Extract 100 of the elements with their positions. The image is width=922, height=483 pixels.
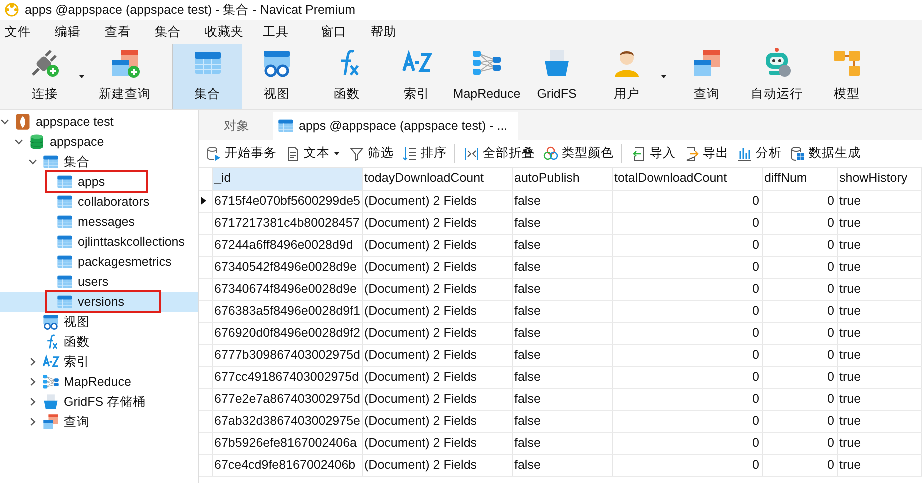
menu-item[interactable]: 文件	[0, 22, 50, 42]
column-header[interactable]: totalDownloadCount	[612, 168, 762, 190]
table-cell: (Document) 2 Fields	[362, 388, 512, 410]
table-cell: 0	[762, 256, 837, 278]
view-icon	[42, 313, 60, 331]
toolbar-button[interactable]: 排序	[399, 144, 455, 163]
table-cell: true	[837, 432, 921, 454]
menu-item[interactable]: 帮助	[366, 22, 416, 42]
table-cell: true	[837, 322, 921, 344]
toolbar-button[interactable]: MapReduce	[452, 44, 522, 109]
toolbar-button[interactable]: 用户	[592, 44, 662, 109]
tree-item[interactable]: ojlinttaskcollections	[0, 232, 198, 252]
tree-item[interactable]: appspace	[0, 132, 198, 152]
tree-item[interactable]: 视图	[0, 312, 198, 332]
toolbar-button[interactable]: 全部折叠	[461, 144, 538, 163]
toolbar-button[interactable]: 文本	[282, 144, 344, 163]
table-cell: 0	[612, 300, 762, 322]
table-cell: (Document) 2 Fields	[362, 322, 512, 344]
table-cell: (Document) 2 Fields	[362, 256, 512, 278]
toolbar-button[interactable]: 导入	[628, 144, 679, 163]
menu-item[interactable]: 收藏夹	[200, 22, 258, 42]
table-cell: true	[837, 388, 921, 410]
table-cell: true	[837, 454, 921, 476]
toolbar-button[interactable]: 模型	[812, 44, 882, 109]
column-header[interactable]: showHistory	[837, 168, 921, 190]
tree-item[interactable]: 索引	[0, 352, 198, 372]
caret-icon	[660, 72, 668, 80]
toolbar-button[interactable]: 索引	[382, 44, 452, 109]
table-cell: 0	[612, 278, 762, 300]
toolbar-button[interactable]: GridFS	[522, 44, 592, 109]
table-cell: (Document) 2 Fields	[362, 344, 512, 366]
table-cell: false	[512, 322, 612, 344]
menu-item[interactable]: 工具	[258, 22, 316, 42]
tree-item[interactable]: 查询	[0, 412, 198, 432]
connection-item[interactable]: appspace test	[0, 112, 198, 132]
tree-item[interactable]: collaborators	[0, 192, 198, 212]
table-cell: false	[512, 366, 612, 388]
tree-item[interactable]: versions	[0, 292, 198, 312]
table-cell: false	[512, 256, 612, 278]
menu-item[interactable]: 查看	[100, 22, 150, 42]
table-cell: true	[837, 256, 921, 278]
toolbar-button[interactable]: 数据生成	[787, 144, 864, 163]
toolbar-button[interactable]: 连接	[10, 44, 80, 109]
table-icon	[277, 117, 295, 135]
tree-item[interactable]: packagesmetrics	[0, 252, 198, 272]
table-cell: 67340674f8496e0028d9e	[212, 278, 362, 300]
tree-item[interactable]: apps	[0, 172, 198, 192]
tree-item[interactable]: MapReduce	[0, 372, 198, 392]
table-cell: 0	[762, 454, 837, 476]
table-icon	[56, 293, 74, 311]
menu-item[interactable]: 编辑	[50, 22, 100, 42]
column-header[interactable]: _id	[212, 168, 362, 190]
column-header[interactable]: autoPublish	[512, 168, 612, 190]
toolbar-button[interactable]: 函数	[312, 44, 382, 109]
table-cell: 67244a6ff8496e0028d9d	[212, 234, 362, 256]
table-cell: 67ce4cd9fe8167002406b	[212, 454, 362, 476]
tree-item[interactable]: 函数	[0, 332, 198, 352]
menu-item[interactable]: 集合	[150, 22, 200, 42]
toolbar-button[interactable]: 分析	[734, 144, 785, 163]
table-cell: 0	[612, 388, 762, 410]
table-cell: false	[512, 410, 612, 432]
toolbar-button[interactable]: 集合	[172, 44, 242, 109]
filter-icon	[349, 146, 365, 162]
tree-item[interactable]: messages	[0, 212, 198, 232]
table-icon	[56, 233, 74, 251]
toolbar-button[interactable]: 查询	[672, 44, 742, 109]
table-cell: 0	[612, 256, 762, 278]
toolbar-button[interactable]: 类型颜色	[540, 144, 622, 163]
table-cell: 677e2e7a867403002975d	[212, 388, 362, 410]
table-cell: false	[512, 278, 612, 300]
caret-icon	[78, 72, 86, 80]
toolbar-button[interactable]: 开始事务	[203, 144, 280, 163]
table-cell: 676920d0f8496e0028d9f2	[212, 322, 362, 344]
table-icon	[42, 153, 60, 171]
tree-item[interactable]: GridFS 存储桶	[0, 392, 198, 412]
menu-item[interactable]: 窗口	[316, 22, 366, 42]
table-cell: 6777b309867403002975d	[212, 344, 362, 366]
table-cell: 0	[762, 366, 837, 388]
table-cell: false	[512, 388, 612, 410]
table-cell: 0	[762, 388, 837, 410]
table-cell: (Document) 2 Fields	[362, 432, 512, 454]
column-header[interactable]: todayDownloadCount	[362, 168, 512, 190]
leaf-icon	[14, 113, 32, 131]
toolbar-button[interactable]: 筛选	[346, 144, 397, 163]
toolbar-button[interactable]: 视图	[242, 44, 312, 109]
table-cell: 0	[762, 234, 837, 256]
table-cell: false	[512, 344, 612, 366]
tab[interactable]: apps @appspace (appspace test) - ...	[273, 112, 518, 140]
toolbar-button[interactable]: 导出	[681, 144, 732, 163]
export-icon	[684, 146, 700, 162]
import-icon	[631, 146, 647, 162]
toolbar-button[interactable]: 新建查询	[90, 44, 160, 109]
table-cell: true	[837, 212, 921, 234]
toolbar-button[interactable]: 自动运行	[742, 44, 812, 109]
column-header[interactable]: diffNum	[762, 168, 837, 190]
tree-item[interactable]: 集合	[0, 152, 198, 172]
table-cell: 6715f4e070bf5600299de5	[212, 190, 362, 212]
table-cell: 0	[612, 322, 762, 344]
window-title: apps @appspace (appspace test) - 集合 - Navicat Premium	[25, 2, 356, 19]
tree-item[interactable]: users	[0, 272, 198, 292]
